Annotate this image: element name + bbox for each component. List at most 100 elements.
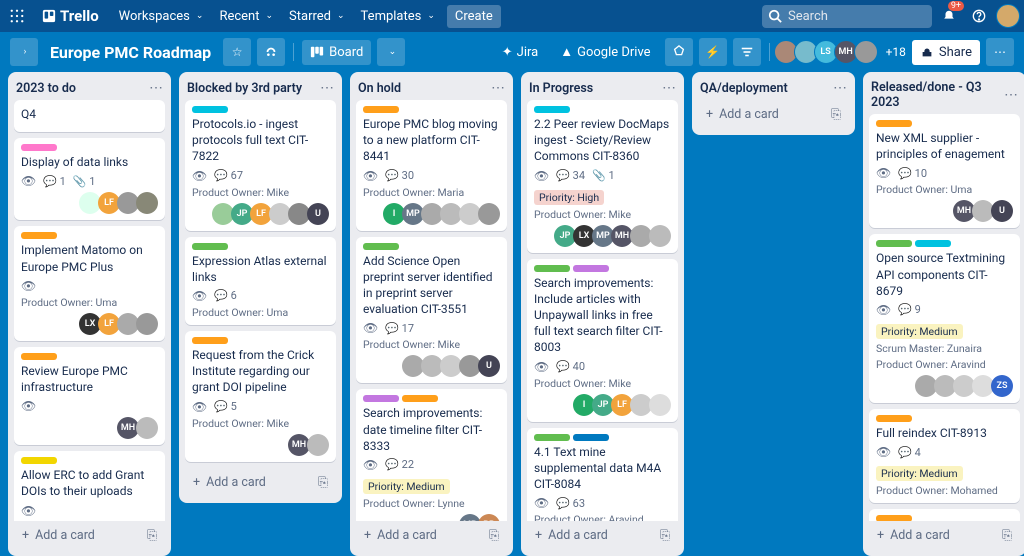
add-card-button[interactable]: + Add a card⎘ xyxy=(356,521,507,550)
card[interactable]: Full reindex CIT-8913👁💬 4Priority: Mediu… xyxy=(869,409,1020,503)
card-owner: Product Owner: Uma xyxy=(192,306,329,319)
template-icon[interactable]: ⎘ xyxy=(660,528,670,543)
member-avatars[interactable]: ​ ​ LS MH ​ xyxy=(778,40,878,64)
board-title[interactable]: Europe PMC Roadmap xyxy=(44,43,217,62)
comment-count: 💬 4 xyxy=(898,446,921,459)
list-title[interactable]: Released/done - Q3 2023 xyxy=(871,80,1004,110)
jira-powerup[interactable]: ✦ Jira xyxy=(494,41,546,64)
member-avatar[interactable]: U xyxy=(478,355,500,377)
member-avatar[interactable] xyxy=(307,434,329,456)
plus-icon: + xyxy=(535,528,542,543)
add-card-button[interactable]: + Add a card⎘ xyxy=(869,521,1020,550)
template-icon[interactable]: ⎘ xyxy=(831,107,841,122)
list-title[interactable]: 2023 to do xyxy=(16,81,76,96)
card[interactable]: Display of data links👁💬 1📎 1LF xyxy=(14,138,165,220)
template-icon[interactable]: ⎘ xyxy=(1002,528,1012,543)
member-avatar[interactable] xyxy=(649,394,671,416)
card[interactable]: Expression Atlas external links👁💬 6Produ… xyxy=(185,237,336,325)
template-icon[interactable]: ⎘ xyxy=(147,528,157,543)
member-avatar[interactable] xyxy=(136,192,158,214)
card[interactable]: Search improvements: date timeline filte… xyxy=(356,389,507,521)
list: QA/deployment ⋯ + Add a card⎘ xyxy=(692,72,855,135)
card[interactable]: Open source Textmining API components CI… xyxy=(869,234,1020,403)
list-menu-icon[interactable]: ⋯ xyxy=(149,80,163,96)
card-label xyxy=(363,395,399,402)
view-switcher-icon[interactable]: ⌄ xyxy=(377,38,405,66)
create-button[interactable]: Create xyxy=(447,5,501,28)
comment-count: 💬 67 xyxy=(214,169,243,182)
list-title[interactable]: On hold xyxy=(358,81,401,96)
add-card-button[interactable]: + Add a card⎘ xyxy=(14,521,165,550)
menu-templates[interactable]: Templates⌄ xyxy=(353,5,443,28)
more-members[interactable]: +18 xyxy=(886,45,906,59)
menu-starred[interactable]: Starred⌄ xyxy=(281,5,353,28)
plus-icon: + xyxy=(877,528,884,543)
card-label xyxy=(192,337,228,344)
help-icon[interactable] xyxy=(966,3,992,29)
notifications-icon[interactable]: 9+ xyxy=(936,3,962,29)
card-title: Protocols.io - ingest protocols full tex… xyxy=(192,116,329,165)
search-input[interactable] xyxy=(762,5,932,28)
member-avatar[interactable]: U xyxy=(991,200,1013,222)
card[interactable]: Implement Matomo on Europe PMC Plus👁Prod… xyxy=(14,226,165,340)
plus-icon: + xyxy=(22,528,29,543)
apps-icon[interactable] xyxy=(4,3,30,29)
watch-icon: 👁 xyxy=(21,504,36,518)
card[interactable]: Search improvements: Include articles wi… xyxy=(527,259,678,422)
member-avatar[interactable] xyxy=(136,417,158,439)
card[interactable]: Add Science Open preprint server identif… xyxy=(356,237,507,384)
card[interactable]: Q4 xyxy=(14,100,165,132)
watch-icon: 👁 xyxy=(534,360,549,374)
add-card-button[interactable]: + Add a card⎘ xyxy=(698,100,849,129)
card-owner: Product Owner: Mike xyxy=(534,208,671,221)
template-icon[interactable]: ⎘ xyxy=(318,475,328,490)
menu-workspaces[interactable]: Workspaces⌄ xyxy=(111,5,212,28)
powerups-icon[interactable] xyxy=(665,38,693,66)
filter-icon[interactable] xyxy=(733,38,761,66)
watch-icon: 👁 xyxy=(363,321,378,335)
list-title[interactable]: Blocked by 3rd party xyxy=(187,81,302,96)
card[interactable]: 4.1 Text mine supplemental data M4A CIT-… xyxy=(527,428,678,522)
list-title[interactable]: In Progress xyxy=(529,81,593,96)
member-avatar[interactable]: MP xyxy=(459,514,481,521)
member-avatar[interactable]: RB xyxy=(478,514,500,521)
card-label xyxy=(876,415,912,422)
member-avatar[interactable]: ZS xyxy=(991,375,1013,397)
menu-recent[interactable]: Recent⌄ xyxy=(211,5,281,28)
watch-icon: 👁 xyxy=(876,166,891,180)
member-avatar[interactable] xyxy=(136,313,158,335)
priority-badge: Priority: High xyxy=(534,190,604,205)
card[interactable]: Request from the Crick Institute regardi… xyxy=(185,331,336,462)
member-avatar[interactable] xyxy=(478,203,500,225)
list-title[interactable]: QA/deployment xyxy=(700,81,788,96)
expand-sidebar-icon[interactable]: › xyxy=(10,38,38,66)
card[interactable]: Review Europe PMC infrastructure👁MH xyxy=(14,347,165,445)
board-menu-icon[interactable]: ⋯ xyxy=(986,38,1014,66)
member-avatar[interactable] xyxy=(649,225,671,247)
card[interactable]: Europe PMC blog moving to a new platform… xyxy=(356,100,507,231)
add-card-button[interactable]: + Add a card⎘ xyxy=(185,468,336,497)
board-view-button[interactable]: Board xyxy=(302,40,371,65)
list-menu-icon[interactable]: ⋯ xyxy=(491,80,505,96)
board-canvas[interactable]: 2023 to do ⋯ Q4 Display of data links👁💬 1📎 … xyxy=(0,72,1024,556)
automation-icon[interactable]: ⚡ xyxy=(699,38,727,66)
profile-avatar[interactable] xyxy=(996,4,1020,28)
card[interactable]: New XML supplier - principles of enageme… xyxy=(869,114,1020,228)
card[interactable]: 2.2 Peer review DocMaps ingest - Sciety/… xyxy=(527,100,678,253)
list-menu-icon[interactable]: ⋯ xyxy=(833,80,847,96)
member-avatar[interactable]: U xyxy=(307,203,329,225)
list-menu-icon[interactable]: ⋯ xyxy=(662,80,676,96)
list-menu-icon[interactable]: ⋯ xyxy=(320,80,334,96)
visibility-icon[interactable] xyxy=(257,38,285,66)
card[interactable]: Allow ERC to add Grant DOIs to their upl… xyxy=(14,451,165,521)
trello-logo[interactable]: Trello xyxy=(34,7,107,25)
card[interactable]: Molecular connections data sharing agree… xyxy=(869,509,1020,521)
share-button[interactable]: Share xyxy=(912,40,980,65)
gdrive-powerup[interactable]: ▲ Google Drive xyxy=(552,40,658,64)
list-menu-icon[interactable]: ⋯ xyxy=(1004,87,1018,103)
add-card-button[interactable]: + Add a card⎘ xyxy=(527,521,678,550)
star-icon[interactable]: ☆ xyxy=(223,38,251,66)
card[interactable]: Protocols.io - ingest protocols full tex… xyxy=(185,100,336,231)
card-owner: Product Owner: Uma xyxy=(21,296,158,309)
template-icon[interactable]: ⎘ xyxy=(489,528,499,543)
